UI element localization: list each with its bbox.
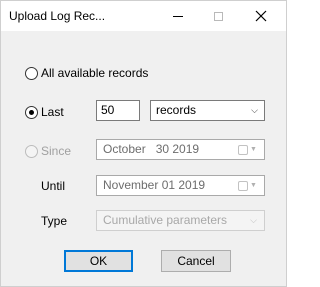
last-unit-value: records — [156, 103, 197, 117]
until-date-picker[interactable]: November 01 2019 ▼ — [96, 175, 265, 196]
until-label: Until — [41, 179, 66, 193]
radio-since[interactable]: Since — [25, 144, 71, 158]
since-date-value: October 30 2019 — [103, 142, 200, 156]
window-title: Upload Log Rec... — [9, 9, 106, 23]
until-date-value: November 01 2019 — [103, 178, 206, 192]
radio-last-label: Last — [41, 105, 64, 119]
dialog-body: All available records Last 50 records ⌵ … — [1, 31, 286, 286]
since-date-picker[interactable]: October 30 2019 ▼ — [96, 139, 265, 160]
title-bar[interactable]: Upload Log Rec... — [1, 1, 286, 31]
maximize-button — [198, 1, 238, 31]
type-label: Type — [41, 214, 68, 228]
last-unit-select[interactable]: records ⌵ — [150, 100, 265, 121]
radio-all-records[interactable]: All available records — [25, 66, 148, 80]
chevron-down-icon: ▼ — [250, 146, 257, 153]
type-select: Cumulative parameters ⌵ — [96, 210, 265, 231]
minimize-icon — [173, 15, 183, 17]
calendar-icon — [238, 144, 248, 155]
ok-button[interactable]: OK — [64, 250, 133, 272]
cancel-button[interactable]: Cancel — [161, 250, 231, 272]
close-button[interactable] — [241, 1, 281, 31]
radio-since-circle[interactable] — [25, 144, 38, 158]
radio-last-circle[interactable] — [25, 105, 38, 119]
minimize-button[interactable] — [158, 1, 198, 31]
radio-all-records-circle[interactable] — [25, 66, 38, 80]
until-calendar-button[interactable]: ▼ — [238, 179, 260, 192]
radio-last[interactable]: Last — [25, 105, 64, 119]
chevron-down-icon: ⌵ — [251, 105, 258, 115]
calendar-icon — [238, 180, 248, 191]
maximize-icon — [213, 11, 223, 21]
type-value: Cumulative parameters — [103, 213, 228, 227]
radio-since-label: Since — [41, 144, 72, 158]
close-icon — [255, 10, 267, 22]
chevron-down-icon: ⌵ — [250, 215, 257, 225]
last-count-input[interactable]: 50 — [96, 100, 140, 121]
upload-log-records-dialog: Upload Log Rec... All available records … — [0, 0, 287, 287]
radio-all-records-label: All available records — [41, 66, 149, 80]
chevron-down-icon: ▼ — [250, 182, 257, 189]
since-calendar-button[interactable]: ▼ — [238, 143, 260, 156]
